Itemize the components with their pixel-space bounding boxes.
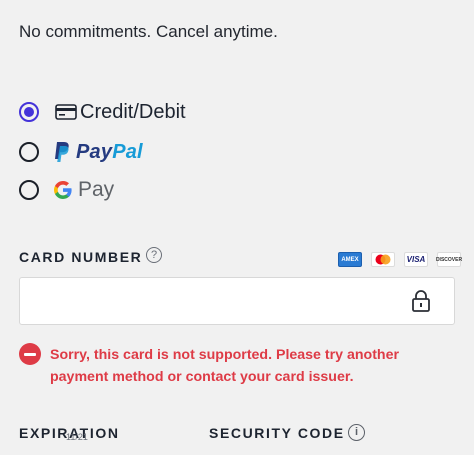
google-pay-logo: Pay: [53, 178, 114, 202]
info-icon[interactable]: i: [348, 424, 365, 441]
paypal-wordmark: PayPal: [76, 141, 143, 164]
google-pay-label: Pay: [78, 178, 115, 201]
amex-logo-icon: AMEX: [338, 252, 362, 267]
subscription-tagline: No commitments. Cancel anytime.: [19, 22, 278, 41]
card-error-message: Sorry, this card is not supported. Pleas…: [50, 347, 399, 385]
payment-option-credit[interactable]: Credit/Debit: [19, 97, 186, 127]
credit-debit-label: Credit/Debit: [80, 100, 186, 123]
paypal-logo: PayPal: [53, 141, 143, 164]
lock-icon: [412, 290, 430, 312]
credit-card-icon: [55, 104, 77, 120]
paypal-wordmark-pay: Pay: [76, 140, 113, 163]
radio-credit[interactable]: [19, 102, 39, 122]
radio-google-pay[interactable]: [19, 180, 39, 200]
card-number-input[interactable]: [19, 277, 455, 325]
security-code-label: SECURITY CODE: [209, 425, 345, 441]
expiration-value: 11/21: [66, 432, 88, 442]
error-icon: [19, 343, 41, 365]
mastercard-logo-icon: [371, 252, 395, 267]
google-g-logo-icon: [54, 181, 72, 199]
paypal-wordmark-pal: Pal: [112, 140, 143, 163]
card-number-label: CARD NUMBER: [19, 249, 143, 265]
help-icon[interactable]: ?: [146, 247, 162, 263]
radio-paypal[interactable]: [19, 142, 39, 162]
card-brand-list: AMEX VISA DISCOVER: [338, 252, 462, 267]
paypal-logo-icon: [55, 142, 69, 162]
payment-option-paypal[interactable]: PayPal: [19, 137, 143, 167]
payment-option-google-pay[interactable]: Pay: [19, 175, 114, 205]
visa-logo-icon: VISA: [404, 252, 428, 267]
discover-logo-icon: DISCOVER: [436, 252, 462, 267]
